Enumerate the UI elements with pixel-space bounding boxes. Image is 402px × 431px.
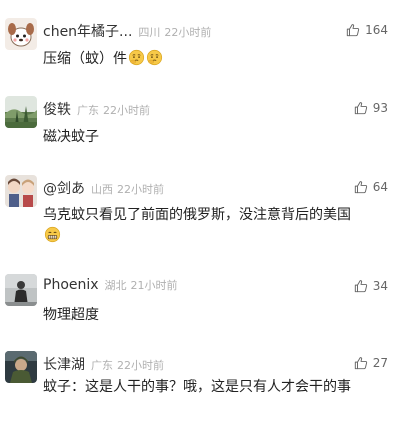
location-label: 湖北: [104, 279, 127, 292]
username[interactable]: 长津湖: [43, 354, 85, 374]
cartoon-dog-avatar-icon[interactable]: [5, 18, 37, 50]
anime-character-avatar-icon[interactable]: [5, 175, 37, 207]
comment-list: chen年橘子... 四川 22小时前 164 压缩（蚊）件 俊轶 广东 22小…: [0, 0, 402, 404]
like-button[interactable]: 164: [346, 21, 388, 39]
comment-text-body: 压缩（蚊）件: [43, 51, 127, 67]
username[interactable]: @剑あ: [43, 178, 85, 198]
soldier-avatar-icon[interactable]: [5, 351, 37, 383]
comment-meta: @剑あ 山西 22小时前: [43, 178, 164, 198]
comment-meta: Phoenix 湖北 21小时前: [43, 277, 178, 295]
landscape-avatar-icon[interactable]: [5, 96, 37, 128]
comment-meta: 长津湖 广东 22小时前: [43, 354, 164, 374]
timestamp: 22小时前: [103, 104, 150, 117]
like-count: 27: [372, 356, 388, 370]
thumbs-up-icon: [354, 102, 367, 115]
dark-figure-avatar-icon[interactable]: [5, 274, 37, 306]
username[interactable]: Phoenix: [43, 277, 99, 293]
like-button[interactable]: 34: [354, 277, 388, 295]
like-count: 64: [372, 180, 388, 194]
comment-text-body: 物理超度: [43, 307, 99, 323]
timestamp: 22小时前: [117, 183, 164, 196]
comment-item: Phoenix 湖北 21小时前 34 物理超度: [0, 274, 402, 354]
emoji-thinking-icon: [128, 49, 145, 66]
username[interactable]: 俊轶: [43, 99, 71, 119]
thumbs-up-icon: [346, 24, 360, 37]
comment-text-body: 乌克蚊只看见了前面的俄罗斯，没注意背后的美国: [43, 207, 351, 223]
thumbs-up-icon: [354, 280, 367, 293]
like-button[interactable]: 64: [354, 178, 388, 196]
timestamp: 22小时前: [164, 26, 212, 39]
comment-item: 俊轶 广东 22小时前 93 磁决蚊子: [0, 96, 402, 176]
thumbs-up-icon: [354, 181, 367, 194]
comment-text: 蚊子：这是人干的事？哦，这是只有人才会干的事: [43, 377, 392, 397]
comment-item: @剑あ 山西 22小时前 64 乌克蚊只看见了前面的俄罗斯，没注意背后的美国: [0, 175, 402, 255]
comment-text-body: 蚊子：这是人干的事？哦，这是只有人才会干的事: [43, 379, 351, 395]
comment-text: 磁决蚊子: [43, 127, 392, 147]
like-count: 164: [365, 23, 388, 37]
comment-meta: chen年橘子... 四川 22小时前: [43, 21, 212, 41]
emoji-thinking-icon: [146, 49, 163, 66]
like-count: 34: [372, 279, 388, 293]
timestamp: 21小时前: [130, 279, 178, 292]
comment-meta: 俊轶 广东 22小时前: [43, 99, 150, 119]
location-label: 广东: [91, 359, 113, 372]
like-count: 93: [372, 101, 388, 115]
like-button[interactable]: 27: [354, 354, 388, 372]
comment-item: chen年橘子... 四川 22小时前 164 压缩（蚊）件: [0, 18, 402, 98]
location-label: 四川: [138, 26, 161, 39]
location-label: 山西: [91, 183, 113, 196]
like-button[interactable]: 93: [354, 99, 388, 117]
timestamp: 22小时前: [117, 359, 164, 372]
comment-text: 物理超度: [43, 305, 392, 325]
comment-text-body: 磁决蚊子: [43, 129, 99, 145]
thumbs-up-icon: [354, 357, 367, 370]
emoji-grin-icon: [44, 226, 61, 243]
comment-text: 压缩（蚊）件: [43, 49, 392, 69]
comment-text: 乌克蚊只看见了前面的俄罗斯，没注意背后的美国: [43, 205, 392, 243]
username[interactable]: chen年橘子...: [43, 21, 132, 41]
location-label: 广东: [77, 104, 99, 117]
comment-item: 长津湖 广东 22小时前 27 蚊子：这是人干的事？哦，这是只有人才会干的事: [0, 351, 402, 431]
